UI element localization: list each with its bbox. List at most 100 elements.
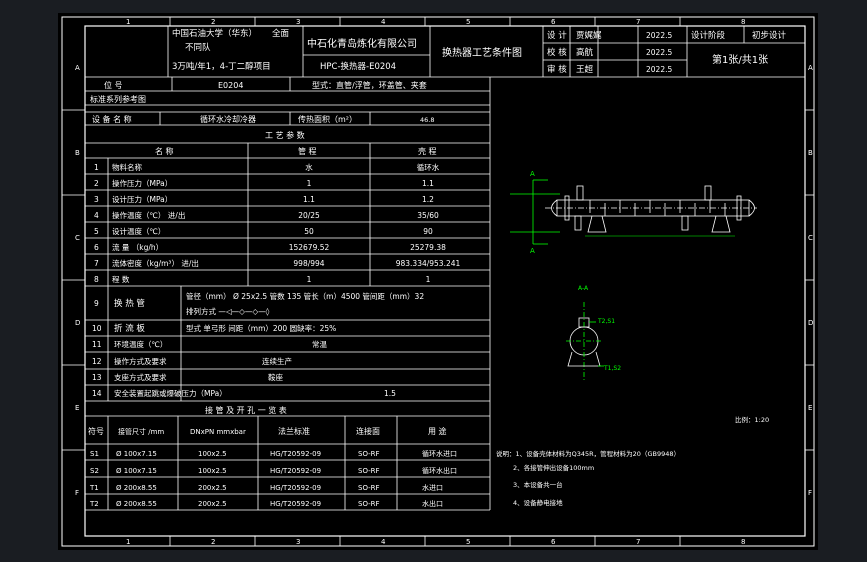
row13-value: 鞍座 [268, 372, 283, 382]
nozzle-row-1-sym: S1 [90, 450, 99, 458]
row11-value: 常温 [312, 340, 327, 349]
row10-value: 型式 单弓形 间距（mm）200 圆缺率：25% [186, 323, 336, 333]
section-a-top: A [530, 170, 535, 178]
drawing-title: 换热器工艺条件图 [442, 46, 522, 59]
design-name: 贾娓娓 [576, 31, 602, 41]
nozzle-row-3-size: Ø 200x8.55 [116, 484, 157, 492]
process-row-3-shell: 1.2 [422, 195, 434, 204]
note-1: 说明：1、设备壳体材料为Q345R，管程材料为20（GB9948） [496, 449, 680, 458]
row-letter-c: C [75, 234, 80, 242]
nz-hdr-size: 接管尺寸 /mm [118, 427, 164, 436]
process-row-6-tube: 152679.52 [289, 243, 330, 252]
row12-no: 12 [92, 357, 102, 366]
row-letter-f: F [75, 489, 79, 497]
process-row-5-shell: 90 [423, 227, 433, 236]
row-letter-c-r: C [808, 234, 813, 242]
nz-hdr-sym: 符号 [88, 426, 104, 436]
process-row-8-shell: 1 [426, 275, 431, 284]
row-letter-a-r: A [808, 64, 813, 72]
process-row-6-no: 6 [94, 243, 99, 252]
nozzle-row-4-face: SO-RF [358, 500, 380, 508]
nozzle-row-1-use: 循环水进口 [422, 449, 457, 458]
col-num-1: 1 [126, 18, 130, 26]
class-label: 不同队 [185, 42, 211, 53]
section-a-bottom: A [530, 247, 535, 255]
process-row-1-shell: 循环水 [417, 162, 440, 172]
row10-label: 折 流 板 [114, 323, 145, 334]
row9-no: 9 [94, 299, 99, 308]
nozzle-row-2-face: SO-RF [358, 467, 380, 475]
process-row-3-tube: 1.1 [303, 195, 315, 204]
nozzle-row-2-dnpn: 100x2.5 [198, 467, 227, 475]
nozzle-row-3-sym: T1 [89, 484, 99, 492]
equip-name-label: 设 备 名 称 [92, 114, 132, 124]
date-3: 2022.5 [646, 65, 672, 74]
sheet-number: 第1张/共1张 [712, 53, 768, 66]
nozzle-row-4-dnpn: 200x2.5 [198, 500, 227, 508]
nozzle-row-4-size: Ø 200x8.55 [116, 500, 157, 508]
row12-value: 连续生产 [262, 356, 292, 366]
row13-no: 13 [92, 373, 102, 382]
col-num-2: 2 [211, 18, 215, 26]
hdr-shell: 壳 程 [418, 146, 437, 156]
position-value: E0204 [218, 81, 243, 90]
position-label: 位 号 [104, 80, 123, 90]
nozzle-row-3-std: HG/T20592-09 [270, 484, 321, 492]
process-row-7-tube: 998/994 [293, 259, 324, 268]
nozzle-row-1-std: HG/T20592-09 [270, 450, 321, 458]
nozzle-row-3-dnpn: 200x2.5 [198, 484, 227, 492]
col-num-4b: 4 [381, 538, 386, 546]
col-num-6b: 6 [551, 538, 556, 546]
row-letter-f-r: F [808, 489, 812, 497]
process-row-7-no: 7 [94, 259, 99, 268]
nz-hdr-dnpn: DNxPN mmxbar [190, 428, 246, 436]
nozzle-row-2-std: HG/T20592-09 [270, 467, 321, 475]
row13-label: 支座方式及要求 [114, 372, 167, 382]
process-row-2-tube: 1 [307, 179, 312, 188]
nozzle-row-4-sym: T2 [89, 500, 99, 508]
ref-label: 标准系列参考图 [90, 94, 146, 104]
process-row-5-no: 5 [94, 227, 99, 236]
nozzle-row-4-use: 水出口 [422, 499, 443, 508]
col-num-8: 8 [741, 18, 745, 26]
date-2: 2022.5 [646, 48, 672, 57]
col-num-4: 4 [381, 18, 386, 26]
nozzle-title: 接 管 及 开 孔 一 览 表 [205, 405, 287, 415]
design-label: 设 计 [547, 30, 567, 41]
process-row-7-shell: 983.334/953.241 [396, 259, 461, 268]
process-row-8-no: 8 [94, 275, 99, 284]
note-4: 4、设备静电接地 [513, 498, 563, 507]
row12-label: 操作方式及要求 [114, 356, 167, 366]
note-3: 3、本设备共一台 [513, 480, 563, 489]
review-label: 审 核 [547, 64, 567, 75]
area-label: 传热面积（m²） [298, 114, 357, 124]
label-t2-s1: T2,S1 [597, 318, 615, 325]
nozzle-row-3-face: SO-RF [358, 484, 380, 492]
nz-hdr-std: 法兰标准 [278, 426, 310, 436]
row14-value: 1.5 [384, 389, 396, 398]
equip-name-value: 循环水冷却冷器 [200, 114, 256, 124]
col-num-3: 3 [296, 18, 300, 26]
col-num-5: 5 [466, 18, 470, 26]
check-label: 校 核 [547, 47, 567, 58]
cad-drawing-canvas[interactable]: 1 2 3 4 5 6 7 8 1 2 3 4 5 6 7 8 A B C D … [0, 0, 867, 562]
row14-label: 安全装置起跳或爆破压力（MPa） [114, 388, 227, 398]
date-1: 2022.5 [646, 31, 672, 40]
section-title: A-A [578, 285, 589, 292]
process-row-4-tube: 20/25 [298, 211, 320, 220]
type-label: 型式：直管/浮管，环盖管、夹套 [312, 80, 427, 90]
nozzle-row-1-dnpn: 100x2.5 [198, 450, 227, 458]
review-name: 王超 [576, 64, 594, 75]
row9-label: 换 热 管 [114, 298, 145, 309]
row-letter-b-r: B [808, 149, 813, 157]
phase-label: 设计阶段 [691, 30, 726, 41]
col-num-1b: 1 [126, 538, 130, 546]
scale-label: 比例：1:20 [735, 415, 769, 424]
process-row-2-shell: 1.1 [422, 179, 434, 188]
row9-line2: 排列方式 —◁—◇—◇—◊ [186, 306, 270, 316]
nz-hdr-face: 连接面 [356, 426, 380, 436]
process-row-1-name: 物料名称 [112, 162, 142, 172]
nozzle-row-2-sym: S2 [90, 467, 99, 475]
col-num-3b: 3 [296, 538, 300, 546]
nozzle-row-2-use: 循环水出口 [422, 466, 457, 475]
